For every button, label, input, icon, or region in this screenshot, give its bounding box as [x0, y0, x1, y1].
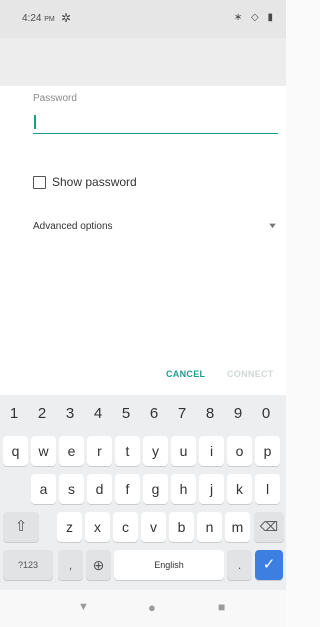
- soft-keyboard: 1 2 3 4 5 6 7 8 9 0 q w e r t y u i o p …: [0, 395, 286, 590]
- key-h[interactable]: h: [171, 474, 196, 504]
- gear-icon: ✲: [61, 11, 72, 25]
- key-d[interactable]: d: [87, 474, 112, 504]
- connect-button[interactable]: CONNECT: [227, 369, 274, 379]
- symbols-key[interactable]: ?123: [3, 550, 53, 580]
- key-5[interactable]: 5: [112, 400, 140, 428]
- key-k[interactable]: k: [227, 474, 252, 504]
- shift-key[interactable]: ⇧: [3, 512, 39, 542]
- key-a[interactable]: a: [31, 474, 56, 504]
- key-y[interactable]: y: [143, 436, 168, 466]
- key-p[interactable]: p: [255, 436, 280, 466]
- key-2[interactable]: 2: [28, 400, 56, 428]
- show-password-label: Show password: [52, 175, 137, 189]
- key-t[interactable]: t: [115, 436, 140, 466]
- key-j[interactable]: j: [199, 474, 224, 504]
- show-password-checkbox-row[interactable]: Show password: [33, 175, 137, 189]
- keyboard-row-2: a s d f g h j k l: [0, 474, 286, 504]
- key-0[interactable]: 0: [252, 400, 280, 428]
- key-w[interactable]: w: [31, 436, 56, 466]
- key-e[interactable]: e: [59, 436, 84, 466]
- show-password-checkbox[interactable]: [33, 175, 46, 189]
- key-u[interactable]: u: [171, 436, 196, 466]
- key-c[interactable]: c: [113, 512, 138, 542]
- key-v[interactable]: v: [141, 512, 166, 542]
- key-f[interactable]: f: [115, 474, 140, 504]
- keyboard-row-4: ?123 , ⊕ English . ✓: [0, 550, 286, 580]
- comma-key[interactable]: ,: [58, 550, 83, 580]
- chevron-down-icon[interactable]: ▼: [267, 222, 278, 230]
- key-s[interactable]: s: [59, 474, 84, 504]
- wifi-password-dialog: Password Show password Advanced options …: [0, 86, 286, 395]
- cancel-button[interactable]: CANCEL: [166, 369, 205, 379]
- recents-nav-icon[interactable]: ■: [218, 600, 225, 614]
- key-m[interactable]: m: [225, 512, 250, 542]
- back-nav-icon[interactable]: ▼: [78, 601, 89, 613]
- key-o[interactable]: o: [227, 436, 252, 466]
- password-label: Password: [33, 93, 77, 104]
- key-6[interactable]: 6: [140, 400, 168, 428]
- globe-key[interactable]: ⊕: [86, 550, 111, 580]
- number-row: 1 2 3 4 5 6 7 8 9 0: [0, 400, 286, 428]
- key-3[interactable]: 3: [56, 400, 84, 428]
- advanced-options-label: Advanced options: [33, 220, 113, 232]
- text-cursor: [34, 115, 36, 129]
- key-z[interactable]: z: [57, 512, 82, 542]
- key-q[interactable]: q: [3, 436, 28, 466]
- key-1[interactable]: 1: [0, 400, 28, 428]
- password-field[interactable]: [33, 110, 278, 134]
- status-icons: ∗ ◇ ▮: [233, 12, 276, 23]
- key-9[interactable]: 9: [224, 400, 252, 428]
- navigation-bar: ▼ ● ■: [0, 590, 286, 627]
- key-l[interactable]: l: [255, 474, 280, 504]
- key-b[interactable]: b: [169, 512, 194, 542]
- keyboard-row-1: q w e r t y u i o p: [0, 436, 286, 466]
- backspace-key[interactable]: ⌫: [254, 512, 284, 542]
- home-nav-icon[interactable]: ●: [148, 600, 156, 615]
- key-x[interactable]: x: [85, 512, 110, 542]
- advanced-options-row[interactable]: Advanced options ▼: [33, 220, 278, 232]
- key-7[interactable]: 7: [168, 400, 196, 428]
- enter-key[interactable]: ✓: [255, 550, 283, 580]
- key-8[interactable]: 8: [196, 400, 224, 428]
- key-r[interactable]: r: [87, 436, 112, 466]
- key-g[interactable]: g: [143, 474, 168, 504]
- key-n[interactable]: n: [197, 512, 222, 542]
- space-bar[interactable]: English: [114, 550, 224, 580]
- dialog-title-bar: [0, 38, 286, 86]
- period-key[interactable]: .: [227, 550, 252, 580]
- key-4[interactable]: 4: [84, 400, 112, 428]
- key-i[interactable]: i: [199, 436, 224, 466]
- status-time: 4:24 PM: [22, 13, 55, 24]
- keyboard-row-3: ⇧ z x c v b n m ⌫: [0, 512, 286, 542]
- status-bar: 4:24 PM ✲ ∗ ◇ ▮: [0, 0, 286, 38]
